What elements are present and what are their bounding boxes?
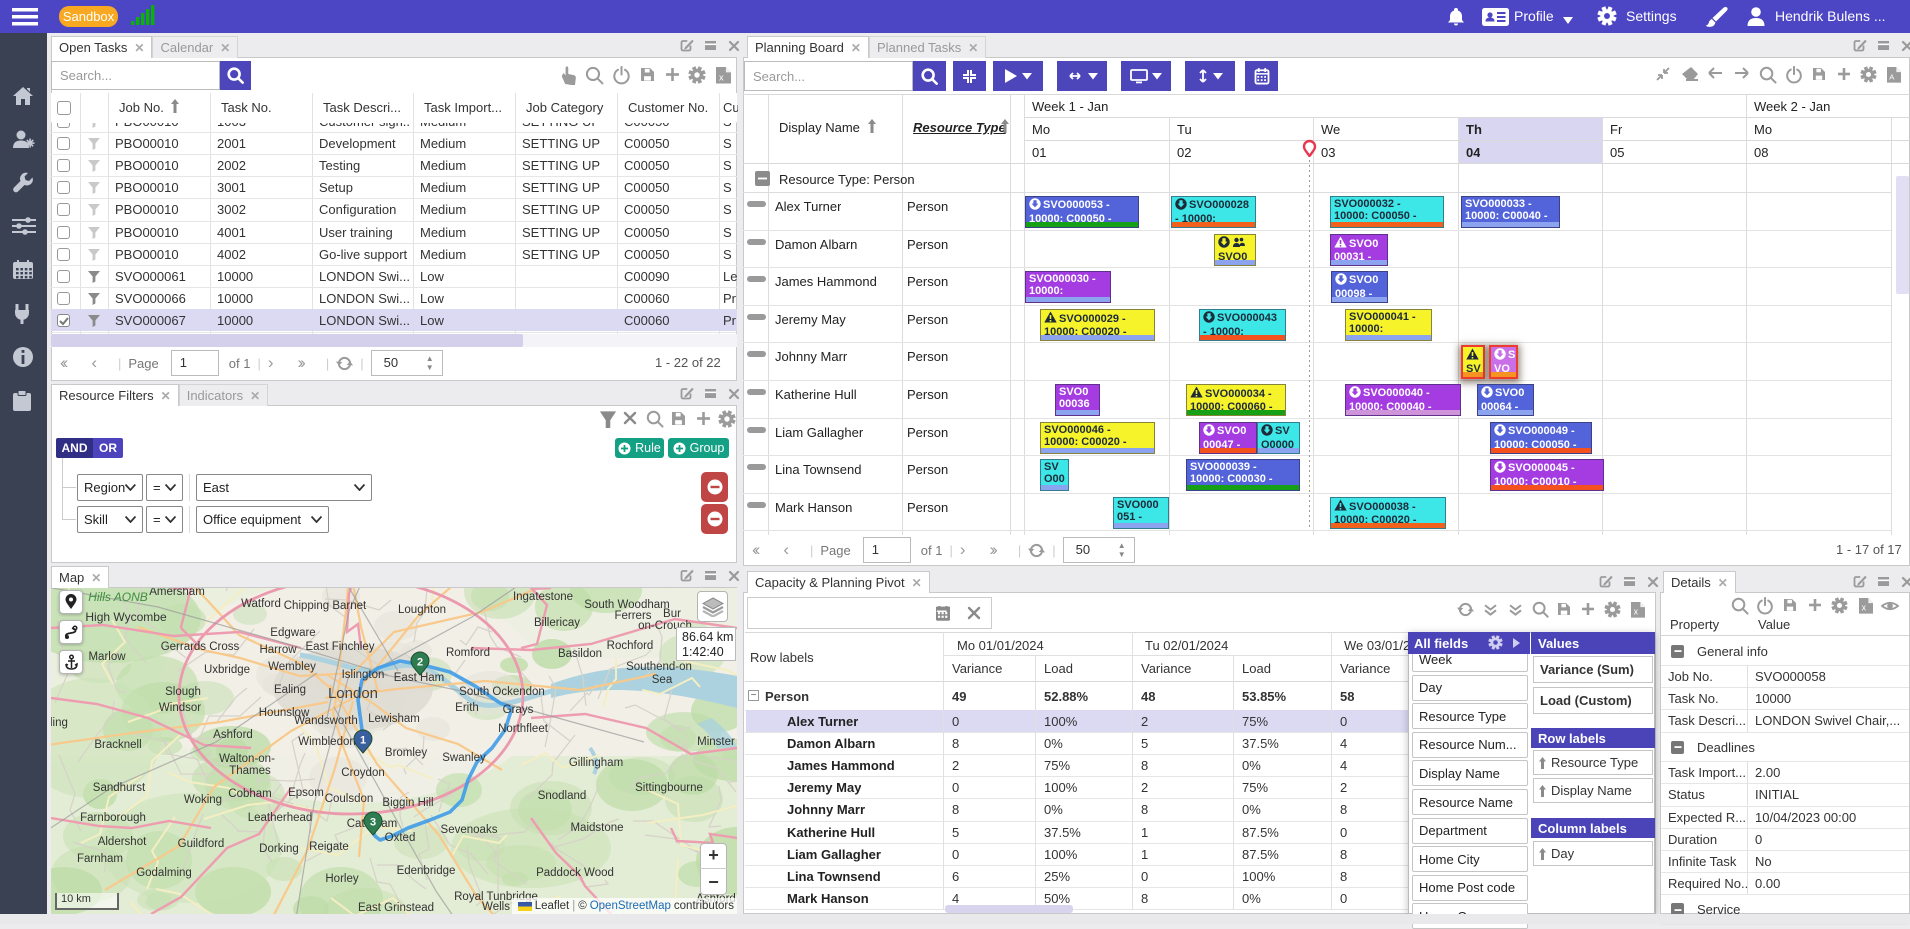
svg-text:ding: ding — [51, 717, 68, 729]
svg-text:Oxted: Oxted — [385, 832, 416, 844]
svg-text:Leatherhead: Leatherhead — [248, 812, 313, 824]
svg-text:Maidstone: Maidstone — [570, 822, 623, 834]
svg-text:Snodland: Snodland — [538, 790, 587, 802]
svg-text:x: x — [719, 72, 724, 82]
svg-text:Wimbledon: Wimbledon — [298, 736, 356, 748]
svg-text:Reigate: Reigate — [309, 841, 349, 853]
svg-text:Windsor: Windsor — [159, 702, 201, 714]
svg-text:Loughton: Loughton — [398, 604, 446, 616]
svg-text:Sandhurst: Sandhurst — [93, 782, 146, 794]
svg-text:Amersham: Amersham — [149, 588, 205, 598]
svg-text:3: 3 — [370, 817, 376, 829]
svg-text:x: x — [1634, 607, 1639, 617]
svg-text:Chipping Barnet: Chipping Barnet — [284, 600, 367, 612]
svg-text:Walton-on-: Walton-on- — [219, 753, 275, 765]
svg-text:Coulsdon: Coulsdon — [325, 793, 374, 805]
svg-text:Rochford: Rochford — [607, 640, 654, 652]
svg-text:Wandsworth: Wandsworth — [294, 715, 358, 727]
svg-text:Thames: Thames — [229, 765, 271, 777]
svg-text:Guildford: Guildford — [178, 838, 225, 850]
svg-text:Gillingham: Gillingham — [569, 757, 623, 769]
svg-text:Paddock Wood: Paddock Wood — [536, 867, 614, 879]
svg-text:Farnham: Farnham — [77, 853, 123, 865]
svg-text:Northfleet: Northfleet — [498, 723, 549, 735]
svg-text:Ashford: Ashford — [213, 729, 253, 741]
svg-text:Ingatestone: Ingatestone — [513, 591, 573, 603]
svg-text:Romford: Romford — [446, 647, 490, 659]
svg-text:Ealing: Ealing — [274, 684, 306, 696]
svg-text:Godalming: Godalming — [136, 867, 192, 879]
svg-text:Sittingbourne: Sittingbourne — [635, 782, 703, 794]
svg-text:Croydon: Croydon — [341, 767, 384, 779]
svg-text:Hills AONB: Hills AONB — [88, 590, 148, 604]
svg-text:Gerrards Cross: Gerrards Cross — [161, 641, 240, 653]
svg-text:Dorking: Dorking — [259, 843, 299, 855]
svg-text:Billericay: Billericay — [534, 617, 580, 629]
svg-text:Aldershot: Aldershot — [98, 836, 147, 848]
svg-text:Southend-on: Southend-on — [626, 661, 692, 673]
svg-text:Harrow: Harrow — [259, 644, 297, 656]
svg-text:Sea: Sea — [652, 674, 673, 686]
svg-text:Woking: Woking — [184, 794, 222, 806]
svg-text:Uxbridge: Uxbridge — [204, 664, 250, 676]
svg-text:Watford: Watford — [241, 598, 281, 610]
svg-text:A: A — [1889, 73, 1895, 82]
svg-text:1: 1 — [360, 735, 366, 747]
svg-text:x: x — [1862, 603, 1867, 613]
svg-text:Epsom: Epsom — [288, 787, 324, 799]
svg-text:High Wycombe: High Wycombe — [85, 610, 167, 624]
svg-text:Marlow: Marlow — [88, 651, 126, 663]
svg-text:East Grinstead: East Grinstead — [358, 902, 434, 914]
svg-text:Bur: Bur — [663, 608, 681, 620]
svg-text:2: 2 — [417, 657, 423, 669]
svg-text:Minster: Minster — [697, 736, 735, 748]
svg-text:Edenbridge: Edenbridge — [397, 865, 456, 877]
svg-text:Lewisham: Lewisham — [368, 713, 420, 725]
svg-text:Horley: Horley — [325, 873, 358, 885]
svg-text:Edgware: Edgware — [270, 627, 315, 639]
svg-text:South Ockendon: South Ockendon — [459, 686, 545, 698]
svg-text:Sevenoaks: Sevenoaks — [441, 824, 498, 836]
svg-text:Swanley: Swanley — [442, 752, 486, 764]
svg-text:Wembley: Wembley — [268, 661, 316, 673]
svg-text:East Finchley: East Finchley — [305, 641, 374, 653]
svg-text:Cobham: Cobham — [228, 788, 271, 800]
svg-text:Farnborough: Farnborough — [80, 812, 146, 824]
svg-text:Bracknell: Bracknell — [94, 739, 141, 751]
svg-text:Bromley: Bromley — [385, 747, 427, 759]
svg-text:Wells: Wells — [482, 901, 510, 913]
svg-text:Grays: Grays — [503, 704, 534, 716]
svg-text:Islington: Islington — [342, 669, 385, 681]
svg-text:Slough: Slough — [165, 686, 201, 698]
svg-text:Biggin Hill: Biggin Hill — [382, 797, 433, 809]
svg-text:London: London — [328, 685, 378, 702]
svg-text:Basildon: Basildon — [558, 648, 602, 660]
svg-text:Erith: Erith — [455, 702, 479, 714]
